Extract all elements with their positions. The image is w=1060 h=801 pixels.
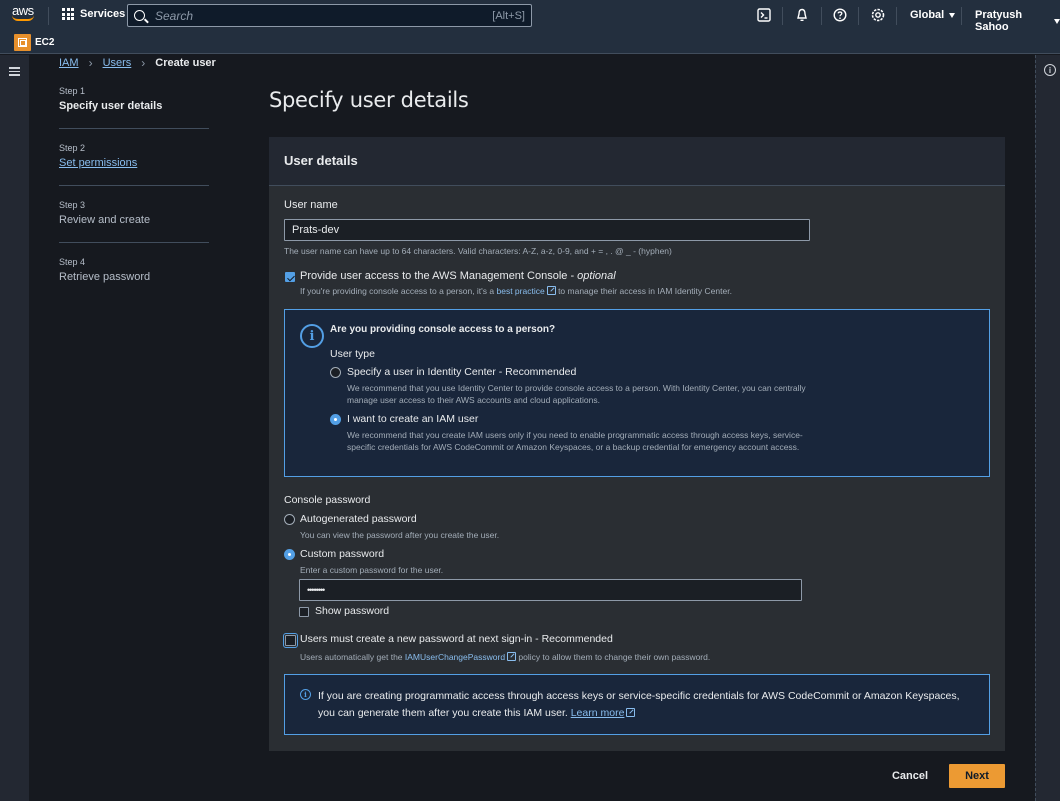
custom-password-desc: Enter a custom password for the user.: [300, 565, 444, 575]
show-password-checkbox[interactable]: [299, 607, 309, 617]
username-hint: The user name can have up to 64 characte…: [284, 246, 672, 256]
info-icon[interactable]: i: [1044, 64, 1056, 76]
chevron-right-icon: ›: [141, 56, 146, 70]
info-box-title: Are you providing console access to a pe…: [330, 324, 556, 335]
container-title: User details: [284, 153, 358, 168]
help-icon[interactable]: [833, 8, 847, 22]
services-menu-button[interactable]: Services: [62, 8, 125, 20]
iam-user-change-password-link[interactable]: IAMUserChangePassword: [405, 652, 505, 662]
search-input[interactable]: [155, 8, 493, 23]
require-reset-label: Users must create a new password at next…: [300, 633, 613, 645]
learn-more-link[interactable]: Learn more: [571, 707, 625, 719]
nav-divider: [782, 7, 783, 25]
region-selector[interactable]: Global: [910, 9, 956, 21]
identity-center-radio[interactable]: [330, 367, 341, 378]
step-1: Step 1 Specify user details: [59, 86, 209, 129]
custom-password-label: Custom password: [300, 548, 385, 560]
require-reset-checkbox[interactable]: [282, 632, 299, 649]
info-icon: i: [300, 689, 311, 700]
search-shortcut: [Alt+S]: [492, 9, 525, 22]
console-access-checkbox[interactable]: [285, 272, 295, 282]
search-bar[interactable]: [Alt+S]: [127, 4, 532, 27]
external-link-icon: [546, 286, 556, 295]
caret-down-icon: [949, 12, 956, 18]
nav-divider: [48, 7, 49, 25]
breadcrumb-current: Create user: [155, 57, 216, 69]
programmatic-access-info-text: If you are creating programmatic access …: [318, 690, 960, 719]
nav-divider: [961, 7, 962, 25]
menu-icon[interactable]: [9, 67, 20, 76]
identity-center-option-desc: We recommend that you use Identity Cente…: [347, 383, 806, 405]
search-icon: [134, 10, 145, 21]
username-label: User name: [284, 199, 338, 211]
step-3: Step 3 Review and create: [59, 200, 209, 243]
console-access-hint: If you're providing console access to a …: [300, 286, 732, 296]
breadcrumb-iam[interactable]: IAM: [59, 57, 79, 69]
custom-password-radio[interactable]: [284, 549, 295, 560]
console-access-label: Provide user access to the AWS Managemen…: [300, 270, 616, 282]
service-favorites-bar: EC2: [0, 32, 1060, 54]
user-type-label: User type: [330, 348, 375, 360]
autogenerated-password-radio[interactable]: [284, 514, 295, 525]
step-4-title: Retrieve password: [59, 271, 151, 283]
chevron-right-icon: ›: [88, 56, 93, 70]
cloudshell-icon[interactable]: [757, 8, 771, 22]
identity-center-option-label: Specify a user in Identity Center - Reco…: [347, 366, 577, 378]
cancel-button[interactable]: Cancel: [885, 764, 935, 788]
breadcrumb: IAM › Users › Create user: [59, 56, 216, 70]
aws-logo[interactable]: aws: [12, 4, 38, 27]
step-2: Step 2 Set permissions: [59, 143, 209, 186]
autogenerated-password-desc: You can view the password after you crea…: [300, 530, 500, 540]
nav-divider: [896, 7, 897, 25]
external-link-icon: [626, 708, 636, 717]
info-icon: i: [300, 324, 324, 348]
nav-divider: [821, 7, 822, 25]
account-menu[interactable]: Pratyush Sahoo: [975, 9, 1060, 33]
iam-user-option-desc: We recommend that you create IAM users o…: [347, 430, 803, 452]
step-1-title: Specify user details: [59, 100, 163, 112]
step-4: Step 4 Retrieve password: [59, 257, 209, 300]
best-practice-link[interactable]: best practice: [497, 286, 545, 296]
console-password-label: Console password: [284, 494, 371, 506]
container-header: User details: [269, 137, 1005, 186]
side-navigation-rail: [0, 55, 29, 801]
wizard-steps: Step 1 Specify user details Step 2 Set p…: [59, 86, 209, 314]
require-reset-hint: Users automatically get the IAMUserChang…: [300, 652, 711, 662]
step-2-link[interactable]: Set permissions: [59, 157, 209, 169]
nav-divider: [858, 7, 859, 25]
iam-user-option-label: I want to create an IAM user: [347, 413, 479, 425]
settings-icon[interactable]: [871, 8, 885, 22]
custom-password-input[interactable]: [299, 579, 802, 601]
caret-down-icon: [1054, 18, 1060, 24]
next-button[interactable]: Next: [949, 764, 1005, 788]
top-navigation: aws Services [Alt+S] Global Pratyush Sah…: [0, 0, 1060, 33]
step-3-title: Review and create: [59, 214, 151, 226]
autogenerated-password-label: Autogenerated password: [300, 513, 417, 525]
ec2-favorite-link[interactable]: EC2: [35, 37, 54, 48]
username-input[interactable]: [284, 219, 810, 241]
iam-user-radio[interactable]: [330, 414, 341, 425]
grid-icon: [62, 8, 74, 20]
show-password-label: Show password: [315, 605, 390, 617]
help-panel-rail: i: [1035, 55, 1060, 801]
breadcrumb-users[interactable]: Users: [103, 57, 132, 69]
bell-icon[interactable]: [795, 8, 809, 22]
ec2-service-icon[interactable]: [14, 34, 31, 51]
page-title: Specify user details: [269, 88, 469, 112]
external-link-icon: [507, 652, 517, 661]
